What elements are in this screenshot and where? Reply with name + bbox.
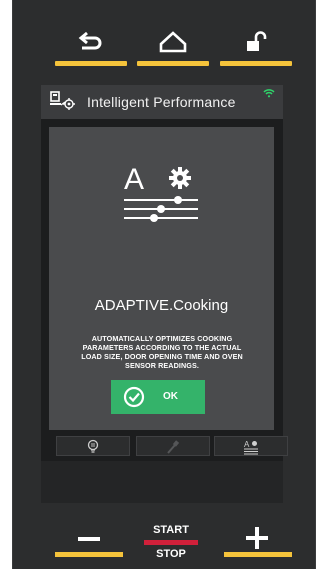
check-circle-icon: [123, 386, 145, 408]
wifi-icon: [263, 89, 275, 98]
screen-lower-area: [41, 461, 283, 503]
dialog-title: ADAPTIVE.Cooking: [94, 297, 229, 314]
screen-header: Intelligent Performance: [41, 85, 283, 119]
back-arrow-icon: [78, 31, 102, 50]
screen-title: Intelligent Performance: [87, 94, 236, 110]
back-button[interactable]: [55, 26, 127, 66]
adaptive-settings-icon: A: [244, 440, 258, 455]
home-icon: [159, 31, 187, 53]
adaptive-cooking-icon: A: [124, 163, 198, 222]
tab-probe[interactable]: [136, 436, 210, 456]
intelligent-performance-icon: [50, 91, 75, 110]
adaptive-letter: A: [124, 163, 144, 196]
probe-icon: [167, 440, 180, 454]
ok-button-label: OK: [163, 391, 178, 402]
start-stop-button[interactable]: START STOP: [140, 520, 202, 564]
lock-button-underline: [220, 61, 292, 66]
home-button[interactable]: [137, 26, 209, 66]
minus-button[interactable]: [55, 523, 123, 557]
tab-light[interactable]: [56, 436, 130, 456]
plus-button-underline: [224, 552, 292, 557]
lock-button[interactable]: [220, 26, 292, 66]
minus-button-underline: [55, 552, 123, 557]
plus-button[interactable]: [224, 523, 292, 557]
tab-adaptive[interactable]: A: [214, 436, 288, 456]
dialog-description: AUTOMATICALLY OPTIMIZES COOKING PARAMETE…: [81, 334, 243, 370]
stop-label: STOP: [156, 548, 186, 560]
gear-icon: [169, 167, 191, 189]
display-screen: Intelligent Performance A ADAPTIVE.Cooki…: [41, 85, 288, 503]
ok-button[interactable]: OK: [111, 380, 205, 414]
adaptive-settings-letter: A: [244, 440, 250, 449]
unlock-icon: [247, 31, 267, 51]
back-button-underline: [55, 61, 127, 66]
minus-icon: [78, 537, 100, 541]
lightbulb-icon: [87, 439, 99, 453]
start-label: START: [153, 524, 189, 536]
home-button-underline: [137, 61, 209, 66]
screen-tabs: A: [41, 436, 288, 456]
sliders-icon: [124, 196, 198, 222]
adaptive-cooking-dialog: A ADAPTIVE.Cooking AUTOMATICALLY OPTIMIZ…: [49, 127, 274, 430]
start-stop-divider: [144, 540, 198, 545]
